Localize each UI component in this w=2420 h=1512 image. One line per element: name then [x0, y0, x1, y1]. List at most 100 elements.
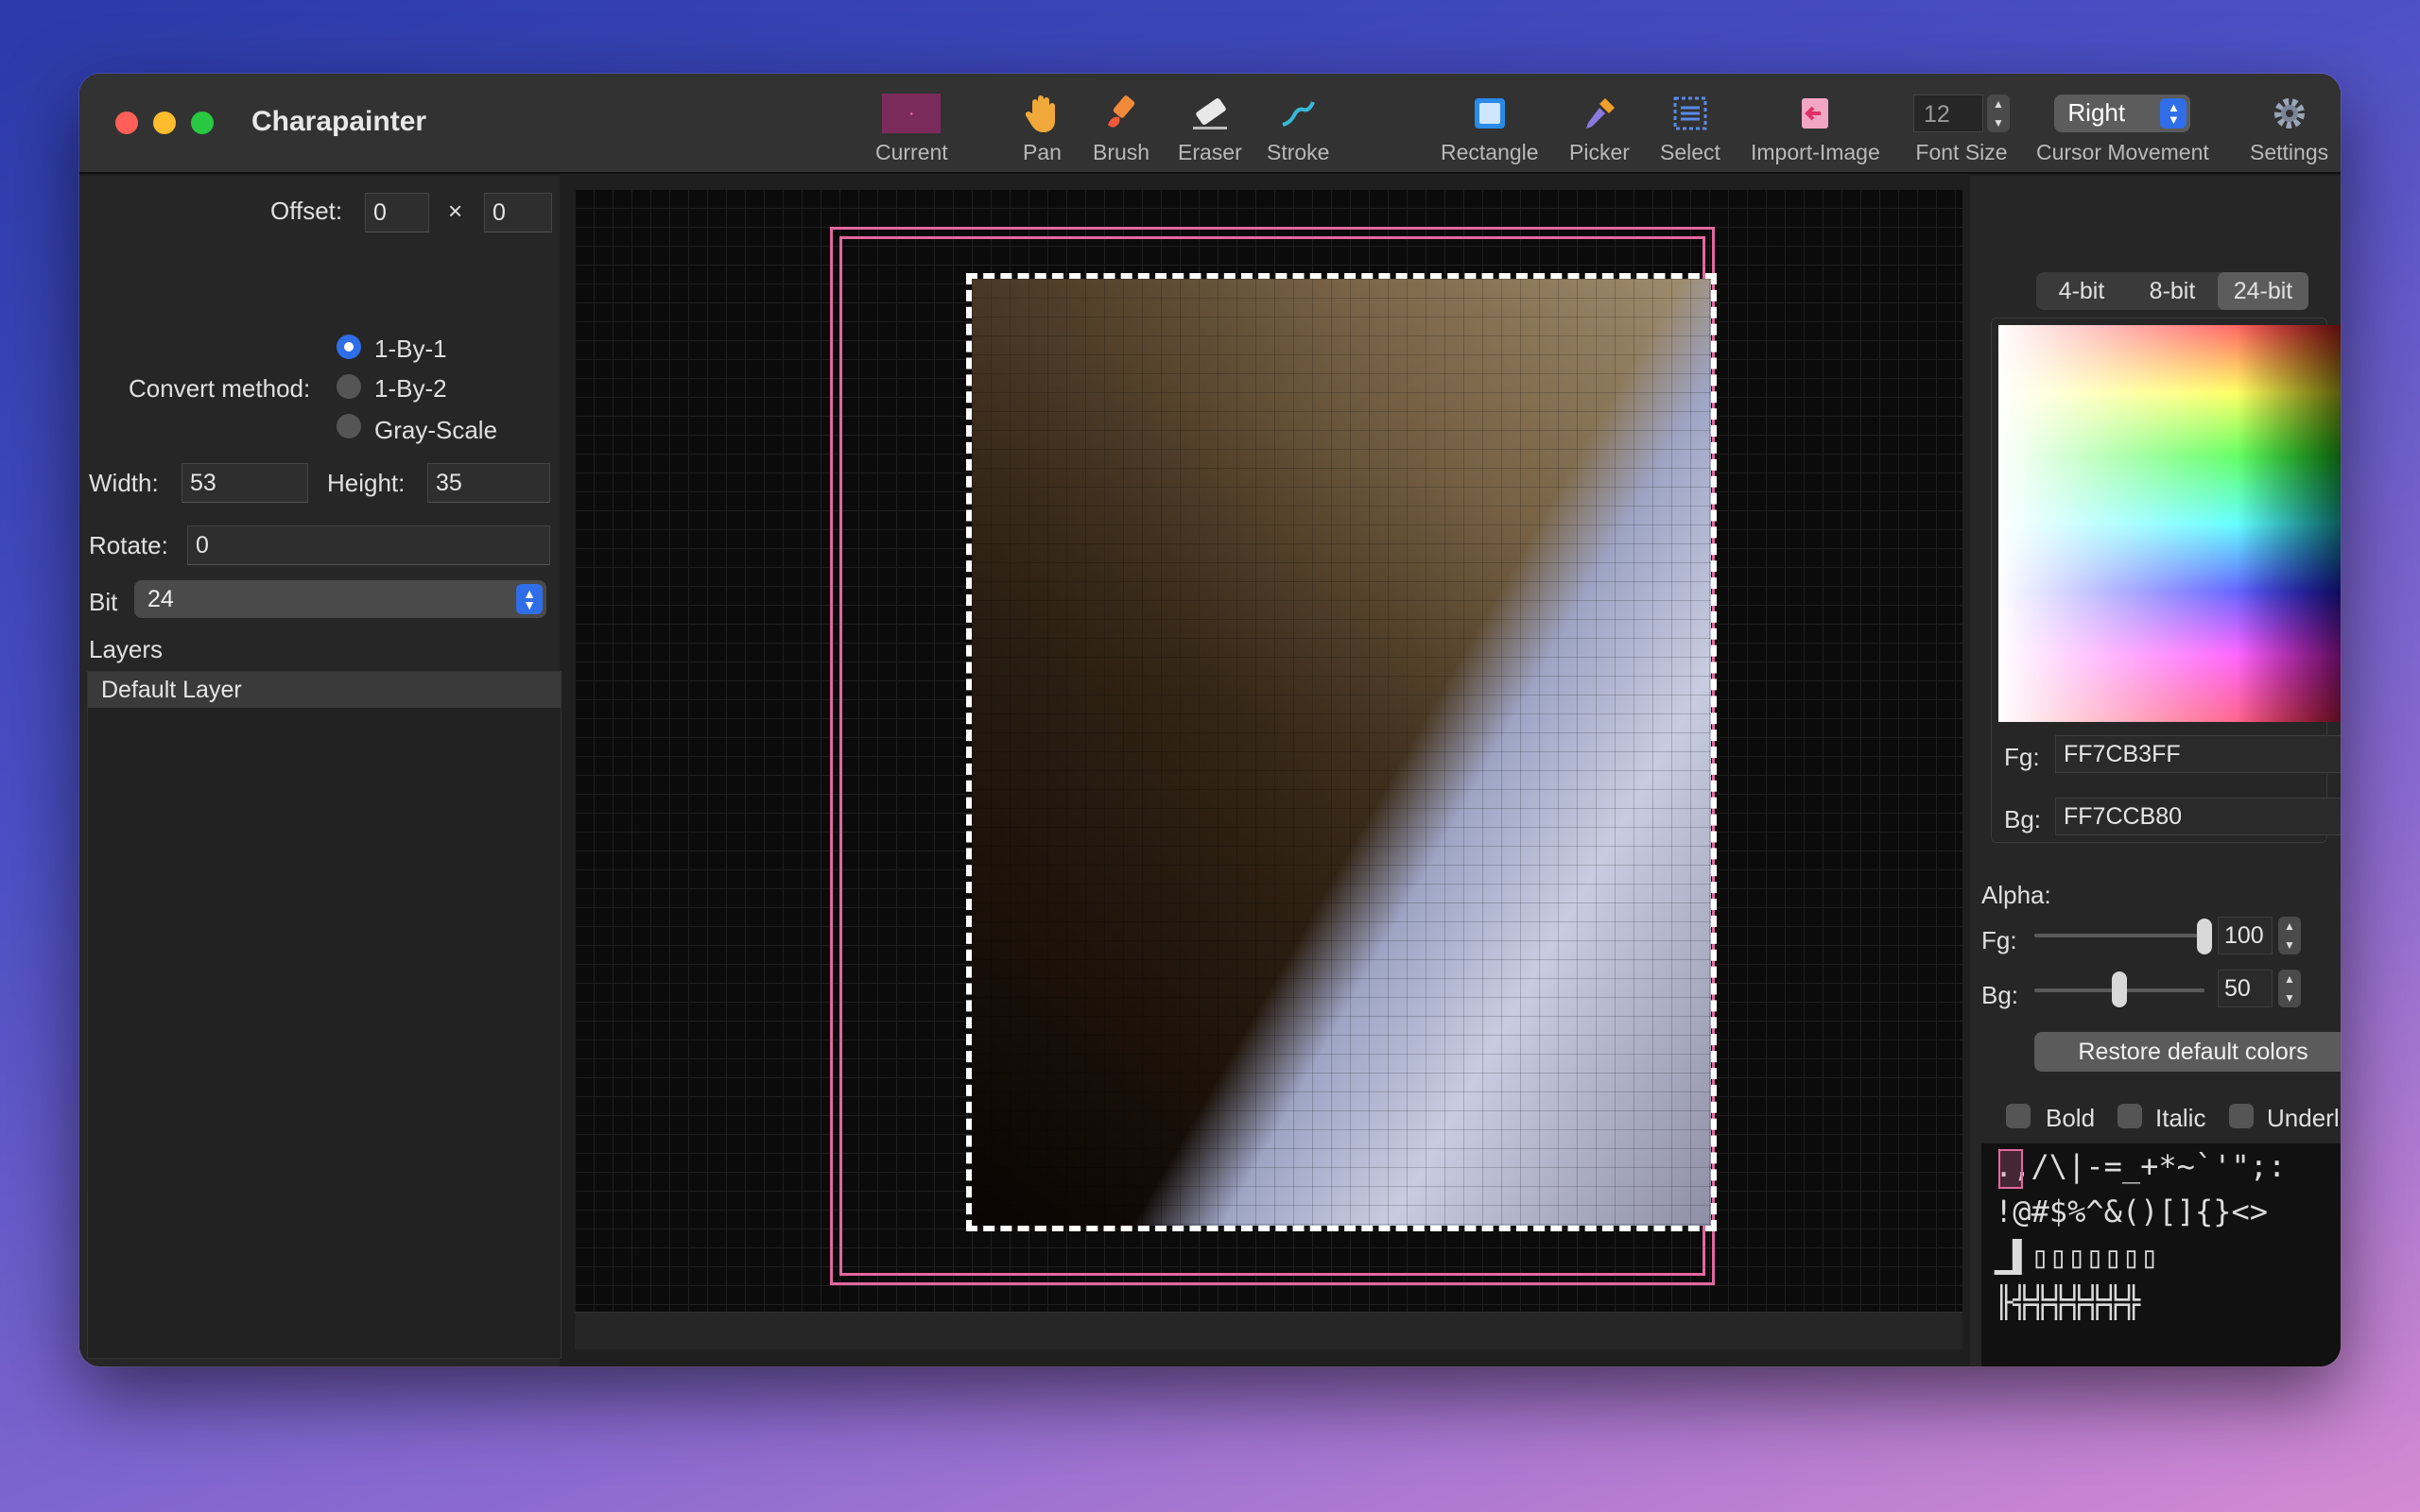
offset-separator: × [448, 197, 463, 225]
method-1by1-radio[interactable] [337, 335, 361, 359]
glyph-row[interactable]: !@#$%^&()[]{}<> [1995, 1189, 2327, 1234]
picker-tool[interactable]: Picker [1569, 91, 1630, 166]
font-size-stepper[interactable]: ▲ ▼ [1987, 94, 2010, 132]
brush-icon [1100, 91, 1142, 136]
alpha-fg-slider[interactable] [2034, 934, 2204, 937]
offset-label: Offset: [270, 197, 343, 225]
current-label: Current [875, 140, 948, 164]
alpha-bg-field[interactable]: 50 [2218, 970, 2273, 1007]
app-window: Charapainter · Current Pan Brush Eraser … [79, 74, 2341, 1366]
height-label: Height: [327, 469, 406, 497]
bg-color-label: Bg: [2004, 805, 2042, 833]
tab-4bit[interactable]: 4-bit [2036, 272, 2127, 310]
bit-value: 24 [147, 586, 174, 612]
toolbar: Charapainter · Current Pan Brush Eraser … [79, 74, 2341, 174]
rectangle-label: Rectangle [1441, 140, 1539, 164]
left-panel: Offset: 0 × 0 1-By-1 Convert method: 1-B… [79, 176, 562, 1366]
bold-label: Bold [2046, 1104, 2096, 1132]
glyph-row[interactable]: ╟╬╬╬╬╬╬╬ [1995, 1280, 2327, 1325]
restore-default-colors-button[interactable]: Restore default colors [2034, 1032, 2341, 1072]
chevron-up-down-icon: ▲ ▼ [516, 584, 543, 614]
brush-tool[interactable]: Brush [1093, 91, 1150, 166]
color-spectrum[interactable] [1998, 325, 2341, 722]
import-image-icon [1796, 91, 1834, 136]
right-panel: 4-bit 8-bit 24-bit Fg: FF7CB3FF Bg: FF7C… [1970, 176, 2341, 1366]
method-grayscale-radio[interactable] [337, 414, 361, 438]
pan-label: Pan [1023, 140, 1062, 164]
stroke-tool[interactable]: Stroke [1267, 91, 1329, 166]
alpha-bg-slider-knob[interactable] [2112, 971, 2127, 1007]
cursor-movement-label: Cursor Movement [2036, 140, 2209, 164]
font-size-control: 12 ▲ ▼ Font Size [1913, 91, 2010, 166]
glyph-row[interactable]: ▁▌▯▯▯▯▯▯▯ [1995, 1234, 2327, 1280]
brush-label: Brush [1093, 140, 1150, 164]
method-1by2-label: 1-By-2 [374, 374, 447, 403]
select-label: Select [1660, 140, 1720, 164]
stroke-label: Stroke [1267, 140, 1330, 164]
eraser-label: Eraser [1178, 140, 1242, 164]
eraser-icon [1189, 91, 1231, 136]
tab-24bit[interactable]: 24-bit [2218, 272, 2308, 310]
offset-y-field[interactable]: 0 [484, 193, 552, 232]
current-color-swatch: · [882, 94, 942, 133]
bit-depth-tabs: 4-bit 8-bit 24-bit [2036, 272, 2308, 310]
italic-label: Italic [2155, 1104, 2206, 1132]
settings-tool[interactable]: Settings [2250, 91, 2328, 166]
method-1by1-label: 1-By-1 [374, 335, 447, 363]
pan-tool[interactable]: Pan [1023, 91, 1062, 166]
cursor-movement-select[interactable]: Right ▲ ▼ [2054, 94, 2191, 132]
alpha-bg-stepper[interactable]: ▲ ▼ [2278, 970, 2301, 1007]
minimize-window-button[interactable] [153, 112, 176, 134]
alpha-fg-label: Fg: [1981, 926, 2017, 954]
glyph-row[interactable]: .,/\|-=_+*~`'";: [1995, 1143, 2327, 1189]
chevron-up-down-icon: ▲ ▼ [2160, 98, 2187, 129]
alpha-fg-field[interactable]: 100 [2218, 917, 2273, 954]
import-image-tool[interactable]: Import-Image [1751, 91, 1880, 166]
current-color-tool[interactable]: · Current [875, 91, 948, 166]
layers-label: Layers [89, 635, 164, 663]
zoom-window-button[interactable] [191, 112, 214, 134]
stroke-icon [1277, 91, 1319, 136]
hand-icon [1023, 91, 1061, 136]
glyph-selection [1998, 1149, 2023, 1189]
alpha-fg-slider-knob[interactable] [2197, 919, 2212, 954]
select-tool[interactable]: Select [1660, 91, 1720, 166]
bold-checkbox[interactable] [2006, 1104, 2031, 1128]
close-window-button[interactable] [115, 112, 138, 134]
imported-pixel-image[interactable] [966, 273, 1717, 1231]
bit-select[interactable]: 24 ▲ ▼ [134, 580, 546, 618]
bit-label: Bit [89, 588, 118, 616]
cursor-movement-control: Right ▲ ▼ Cursor Movement [2036, 91, 2209, 166]
glyph-palette[interactable]: .,/\|-=_+*~`'";: !@#$%^&()[]{}<> ▁▌▯▯▯▯▯▯▯… [1981, 1143, 2341, 1366]
alpha-label: Alpha: [1981, 881, 2051, 909]
settings-label: Settings [2250, 140, 2329, 164]
underline-checkbox[interactable] [2229, 1104, 2254, 1128]
underline-label: Underline [2267, 1104, 2341, 1132]
bg-color-field[interactable]: FF7CCB80 [2055, 798, 2341, 835]
layer-item[interactable]: Default Layer [88, 672, 561, 708]
gear-icon [2271, 91, 2308, 136]
width-field[interactable]: 53 [182, 463, 308, 503]
eraser-tool[interactable]: Eraser [1178, 91, 1242, 166]
method-1by2-radio[interactable] [337, 374, 361, 399]
rotate-label: Rotate: [89, 531, 168, 559]
convert-method-label: Convert method: [129, 374, 311, 403]
method-grayscale-label: Gray-Scale [374, 416, 498, 444]
tab-8bit[interactable]: 8-bit [2127, 272, 2218, 310]
width-label: Width: [89, 469, 159, 497]
layers-list: Default Layer [87, 671, 562, 1359]
fg-color-field[interactable]: FF7CB3FF [2055, 735, 2341, 773]
height-field[interactable]: 35 [427, 463, 550, 503]
font-size-field[interactable]: 12 [1913, 94, 1983, 132]
picker-label: Picker [1569, 140, 1630, 164]
offset-x-field[interactable]: 0 [365, 193, 429, 232]
drawing-canvas[interactable] [575, 189, 1962, 1312]
alpha-fg-stepper[interactable]: ▲ ▼ [2278, 917, 2301, 954]
italic-checkbox[interactable] [2118, 1104, 2142, 1128]
selection-icon [1671, 91, 1709, 136]
rotate-field[interactable]: 0 [187, 525, 550, 565]
canvas-horizontal-scrollbar[interactable] [575, 1312, 1962, 1349]
font-size-label: Font Size [1915, 140, 2008, 164]
fg-color-label: Fg: [2004, 743, 2040, 771]
rectangle-tool[interactable]: Rectangle [1441, 91, 1539, 166]
